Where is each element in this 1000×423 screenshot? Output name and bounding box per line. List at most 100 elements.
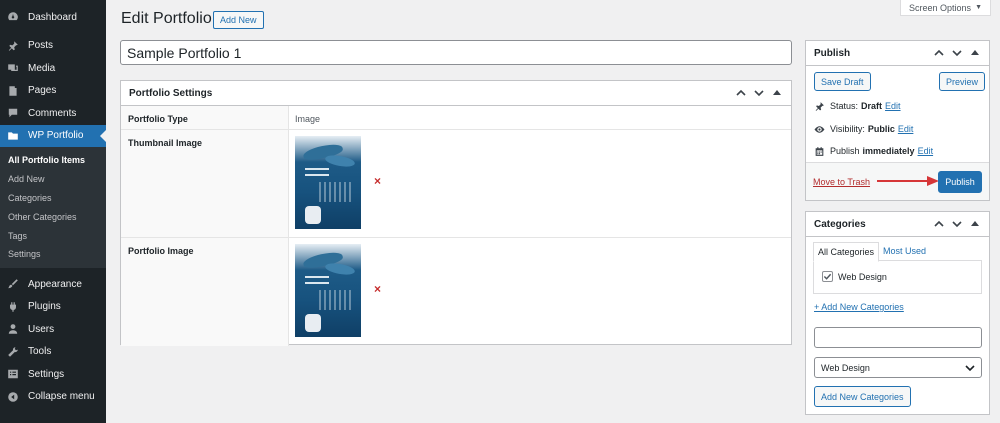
submenu-item-all-portfolio-items[interactable]: All Portfolio Items — [0, 151, 106, 170]
schedule-row: Publish immediately Edit — [813, 145, 933, 157]
person-shape — [305, 206, 321, 224]
chevron-down-icon[interactable] — [951, 218, 963, 230]
pin-icon — [6, 39, 20, 53]
person-shape — [305, 314, 321, 332]
publish-box: Publish Save Draft Preview Status: Draft… — [805, 40, 990, 201]
save-draft-button[interactable]: Save Draft — [814, 72, 871, 91]
collapse-menu-button[interactable]: Collapse menu — [0, 385, 106, 408]
submenu-item-tags[interactable]: Tags — [0, 226, 106, 245]
dolphin-shape — [324, 153, 356, 169]
remove-portfolio-image-icon[interactable]: × — [374, 282, 381, 296]
add-new-category-button[interactable]: Add New Categories — [814, 386, 911, 407]
sidebar-item-media[interactable]: Media — [0, 57, 106, 80]
edit-visibility-link[interactable]: Edit — [898, 124, 914, 134]
text-lines-shape — [319, 182, 353, 202]
post-title-input[interactable]: Sample Portfolio 1 — [120, 40, 792, 65]
publish-label: Publish — [830, 146, 860, 156]
plug-icon — [6, 300, 20, 314]
submenu-item-add-new[interactable]: Add New — [0, 170, 106, 189]
edit-status-link[interactable]: Edit — [885, 101, 901, 111]
headline-shape — [305, 168, 329, 176]
sidebar-item-label: Plugins — [28, 301, 61, 313]
sidebar-item-plugins[interactable]: Plugins — [0, 295, 106, 318]
parent-category-select[interactable]: Web Design — [814, 357, 982, 378]
sidebar-item-wp-portfolio[interactable]: WP Portfolio — [0, 124, 106, 147]
move-to-trash-link[interactable]: Move to Trash — [813, 177, 870, 187]
wrench-icon — [6, 345, 20, 359]
media-icon — [6, 61, 20, 75]
thumbnail-image-preview[interactable] — [295, 136, 361, 229]
chevron-down-icon[interactable] — [753, 87, 765, 99]
chevron-up-icon[interactable] — [933, 218, 945, 230]
new-category-input[interactable] — [814, 327, 982, 348]
calendar-icon — [813, 145, 825, 157]
folder-icon — [6, 129, 20, 143]
portfolio-image-label: Portfolio Image — [121, 238, 289, 346]
list-item[interactable]: Web Design — [822, 271, 887, 282]
sidebar-item-label: Dashboard — [28, 11, 77, 23]
sidebar-item-label: Users — [28, 323, 55, 335]
annotation-arrow-icon — [877, 176, 939, 186]
portfolio-image-value: × — [289, 238, 791, 346]
sidebar-item-pages[interactable]: Pages — [0, 80, 106, 103]
submenu-item-settings[interactable]: Settings — [0, 245, 106, 264]
submenu-item-categories[interactable]: Categories — [0, 189, 106, 208]
toggle-triangle-icon[interactable] — [969, 47, 981, 59]
dashboard-icon — [6, 10, 20, 24]
sidebar-item-users[interactable]: Users — [0, 318, 106, 341]
status-value: Draft — [861, 101, 883, 111]
thumbnail-image-value: × — [289, 130, 791, 237]
sidebar-item-label: Tools — [28, 346, 52, 358]
categories-box: Categories All Categories Most Used Web … — [805, 211, 990, 415]
sidebar-item-posts[interactable]: Posts — [0, 35, 106, 58]
publish-button[interactable]: Publish — [938, 171, 982, 193]
major-publishing-actions: Move to Trash Publish — [806, 162, 989, 200]
pages-icon — [6, 84, 20, 98]
add-new-category-link[interactable]: + Add New Categories — [814, 302, 904, 312]
sidebar-item-tools[interactable]: Tools — [0, 340, 106, 363]
chevron-up-icon[interactable] — [735, 87, 747, 99]
sidebar-item-dashboard[interactable]: Dashboard — [0, 6, 106, 29]
sidebar-item-label: WP Portfolio — [28, 130, 84, 142]
submenu-item-other-categories[interactable]: Other Categories — [0, 207, 106, 226]
publish-header: Publish — [806, 41, 989, 66]
sidebar-item-label: Pages — [28, 85, 57, 97]
page-title: Edit Portfolio — [121, 10, 212, 27]
web-design-checkbox[interactable] — [822, 271, 833, 282]
categories-title: Categories — [814, 218, 866, 230]
admin-sidebar: Dashboard Posts Media Pages Comments WP … — [0, 0, 106, 423]
tab-all-categories[interactable]: All Categories — [813, 242, 880, 262]
portfolio-type-text: Image — [295, 114, 321, 124]
thumbnail-image-label: Thumbnail Image — [121, 130, 289, 237]
portfolio-settings-table: Portfolio Type Image Thumbnail Image × P… — [121, 106, 791, 346]
tab-most-used[interactable]: Most Used — [879, 242, 930, 262]
sidebar-item-settings[interactable]: Settings — [0, 363, 106, 386]
preview-button[interactable]: Preview — [939, 72, 986, 91]
visibility-label: Visibility: — [830, 124, 865, 134]
portfolio-submenu: All Portfolio Items Add New Categories O… — [0, 147, 106, 268]
visibility-value: Public — [867, 124, 895, 134]
portfolio-type-label: Portfolio Type — [121, 106, 289, 129]
add-new-button[interactable]: Add New — [213, 11, 264, 29]
sidebar-item-comments[interactable]: Comments — [0, 102, 106, 125]
pin-icon — [813, 100, 825, 112]
categories-header: Categories — [806, 212, 989, 237]
toggle-triangle-icon[interactable] — [969, 218, 981, 230]
checkmark-icon — [823, 273, 832, 280]
collapse-icon — [6, 390, 20, 404]
portfolio-image-preview[interactable] — [295, 244, 361, 337]
status-row: Status: Draft Edit — [813, 100, 901, 112]
chevron-up-icon[interactable] — [933, 47, 945, 59]
edit-schedule-link[interactable]: Edit — [918, 146, 934, 156]
chevron-down-icon[interactable] — [951, 47, 963, 59]
table-row: Portfolio Image × — [121, 238, 791, 346]
toggle-triangle-icon[interactable] — [771, 87, 783, 99]
sidebar-item-appearance[interactable]: Appearance — [0, 273, 106, 296]
publish-value: immediately — [862, 146, 915, 156]
comment-icon — [6, 106, 20, 120]
caret-down-icon: ▼ — [975, 4, 982, 11]
remove-thumbnail-icon[interactable]: × — [374, 174, 381, 188]
screen-options-button[interactable]: Screen Options ▼ — [900, 0, 991, 16]
publish-title: Publish — [814, 47, 851, 59]
portfolio-type-value: Image — [289, 106, 791, 129]
